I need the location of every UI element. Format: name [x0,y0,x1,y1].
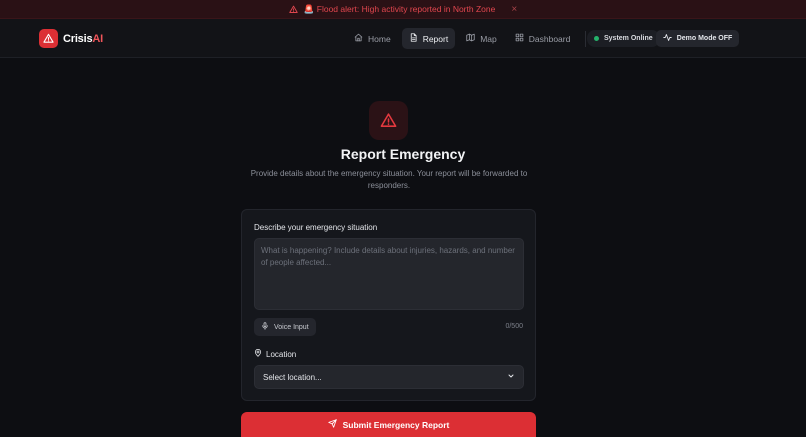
description-placeholder: What is happening? Include details about… [261,246,515,267]
demo-mode-label: Demo Mode OFF [676,35,733,42]
location-label-row: Location [254,349,296,359]
microphone-icon [261,322,269,332]
activity-icon [662,33,672,44]
home-icon [354,33,363,44]
chevron-down-icon [507,372,515,382]
description-textarea[interactable]: What is happening? Include details about… [254,238,524,310]
alert-text: 🚨 Flood alert: High activity reported in… [303,3,496,14]
brand-name-accent: AI [92,32,103,45]
system-status-badge: System Online [587,30,660,47]
location-label: Location [266,349,297,359]
nav-report-label: Report [422,33,449,44]
page-title: Report Emergency [340,146,466,162]
voice-input-label: Voice Input [274,323,309,331]
send-icon [327,419,337,430]
brand-name-main: Crisis [63,32,93,45]
alert-banner: 🚨 Flood alert: High activity reported in… [0,0,806,19]
dashboard-icon [515,33,524,44]
map-pin-icon [254,349,262,359]
system-status-label: System Online [604,35,653,42]
voice-input-button[interactable]: Voice Input [254,318,316,336]
demo-mode-toggle[interactable]: Demo Mode OFF [656,30,739,47]
map-icon [466,33,475,44]
location-selected-value: Select location... [263,372,322,382]
char-counter: 0/500 [505,323,523,330]
emergency-alert-icon [369,101,408,140]
description-label: Describe your emergency situation [254,223,378,232]
nav-map-label: Map [480,33,497,44]
alert-triangle-icon [289,5,298,14]
nav-divider [585,31,586,47]
status-dot-icon [594,36,599,41]
nav-dashboard[interactable]: Dashboard [508,28,578,49]
page-subtitle: Provide details about the emergency situ… [250,169,528,190]
location-select[interactable]: Select location... [254,365,524,389]
nav-home[interactable]: Home [347,28,398,49]
alert-close-button[interactable]: × [511,4,517,15]
nav-dashboard-label: Dashboard [528,33,571,44]
brand-name: CrisisAI [63,33,103,45]
nav-home-label: Home [368,33,391,44]
brand-logo[interactable]: CrisisAI [39,29,103,48]
file-icon [409,33,418,44]
nav-links: Home Report Map Dashboard [347,28,577,49]
nav-report[interactable]: Report [401,28,456,49]
submit-report-label: Submit Emergency Report [342,419,450,430]
report-form-card: Describe your emergency situation What i… [241,209,536,401]
submit-report-button[interactable]: Submit Emergency Report [241,412,536,437]
brand-alert-icon [39,29,58,48]
nav-map[interactable]: Map [459,28,504,49]
top-nav: CrisisAI Home Report Map Dashboard Syste… [0,19,806,58]
